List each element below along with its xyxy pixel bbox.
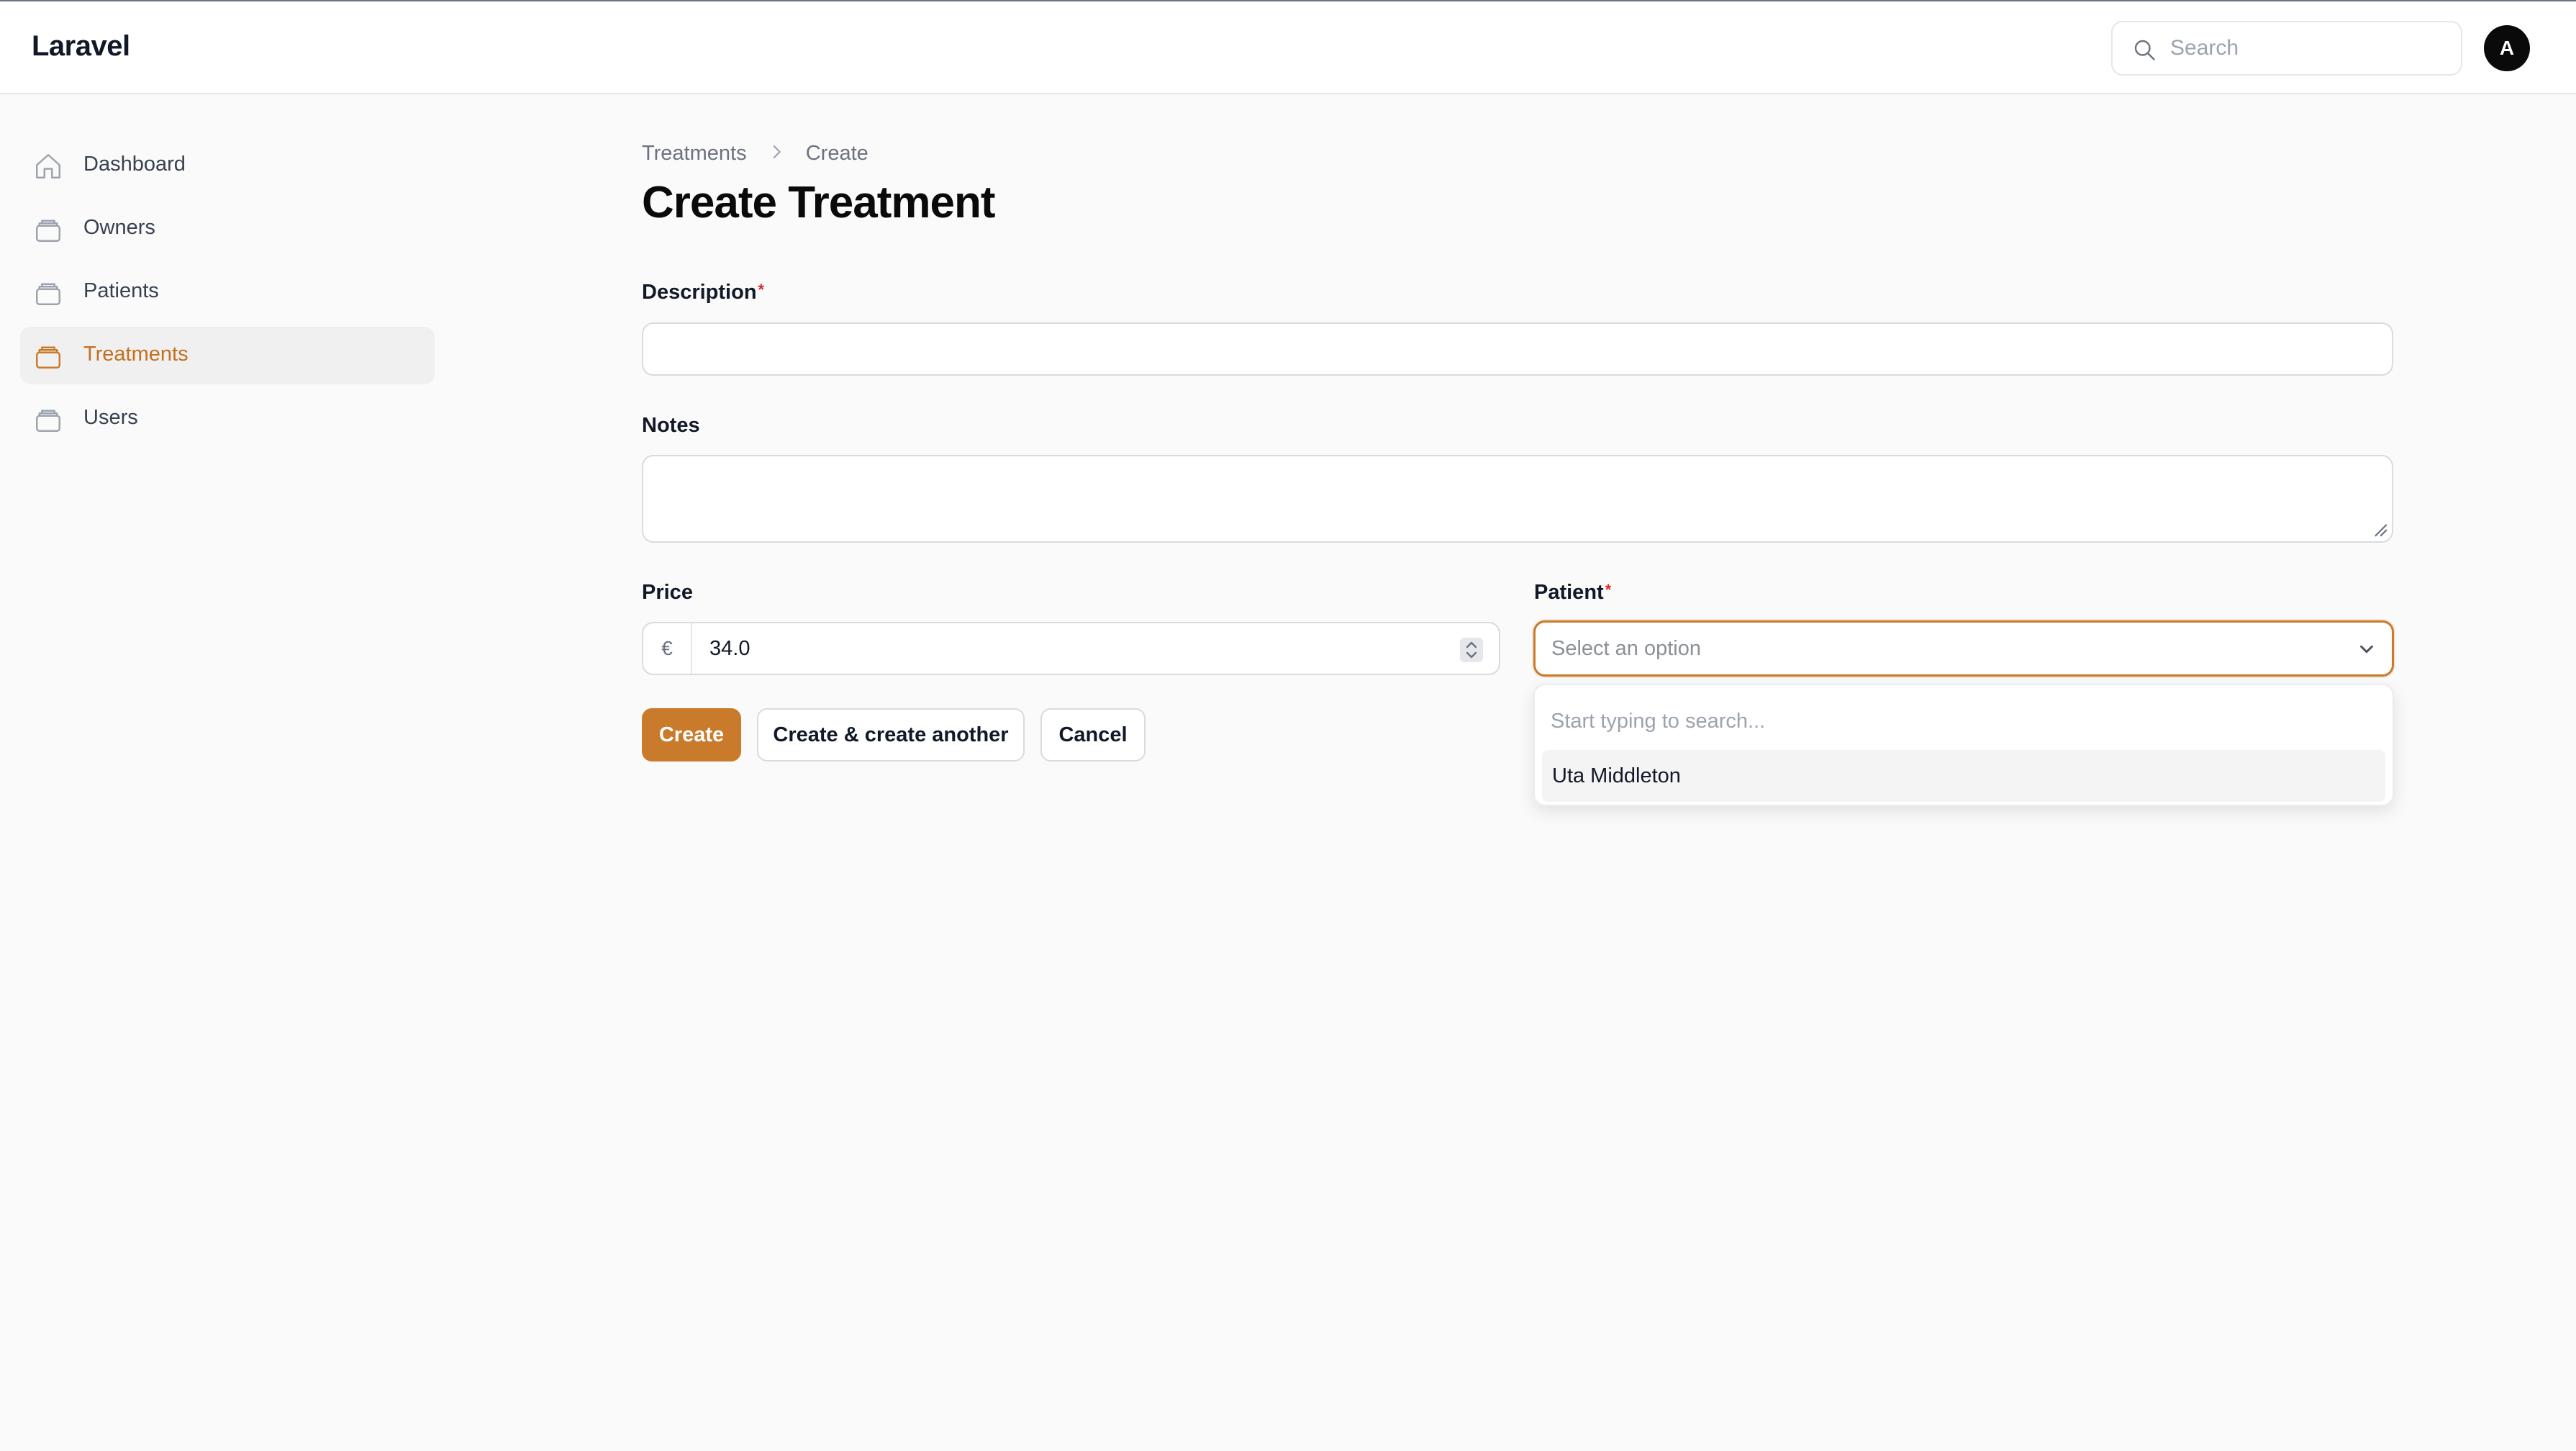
patient-select-placeholder: Select an option [1551,637,1701,660]
notes-field [642,455,2393,543]
user-avatar[interactable]: A [2484,25,2530,71]
notes-label: Notes [642,414,700,437]
breadcrumb-current: Create [805,141,869,165]
sidebar-nav: Dashboard Owners Patients Treatments Use… [20,137,435,453]
create-button[interactable]: Create [642,708,741,761]
price-input[interactable] [694,623,1456,674]
description-label: Description* [642,281,764,304]
patient-option[interactable]: Uta Middleton [1542,750,2385,802]
sidebar-item-treatments[interactable]: Treatments [20,327,435,384]
patient-select[interactable]: Select an option [1533,620,2394,677]
brand-logo[interactable]: Laravel [32,30,130,63]
sidebar-item-label: Users [83,406,138,429]
required-marker: * [1605,581,1612,599]
sidebar-item-patients[interactable]: Patients [20,263,435,321]
cancel-button[interactable]: Cancel [1040,708,1146,761]
currency-prefix: € [643,623,692,674]
patient-dropdown: Uta Middleton [1533,684,2394,806]
sidebar-item-label: Dashboard [83,153,186,176]
home-icon [36,154,60,178]
breadcrumb-link-treatments[interactable]: Treatments [642,142,747,166]
rectangle-stack-icon [36,283,60,305]
number-stepper[interactable] [1460,638,1483,662]
sidebar-item-label: Patients [83,279,159,302]
notes-textarea[interactable] [643,456,2392,541]
breadcrumb: Treatments Create [642,141,869,166]
top-bar: Laravel A [0,0,2576,94]
global-search[interactable] [2111,21,2462,76]
patient-label-text: Patient [1534,581,1604,604]
required-marker: * [758,281,765,299]
stepper-arrows-icon [1466,641,1477,659]
search-icon [2134,40,2155,60]
description-field [642,322,2393,376]
create-another-button[interactable]: Create & create another [757,708,1025,761]
description-label-text: Description [642,281,757,304]
patient-label: Patient* [1534,581,1611,605]
rectangle-stack-icon [36,410,60,432]
sidebar-item-label: Owners [83,216,155,239]
page-title: Create Treatment [642,178,996,227]
rectangle-stack-icon [36,346,60,369]
description-input[interactable] [643,324,2392,374]
rectangle-stack-icon [36,220,60,242]
sidebar-item-dashboard[interactable]: Dashboard [20,137,435,194]
price-label: Price [642,581,693,604]
sidebar-item-label: Treatments [83,343,189,366]
sidebar-item-users[interactable]: Users [20,390,435,448]
chevron-down-icon [2360,645,2373,654]
price-field: € [642,622,1500,675]
chevron-right-icon [770,142,783,166]
price-input-wrapper [694,623,1456,674]
patient-option-label: Uta Middleton [1552,764,1681,787]
resize-handle-icon[interactable] [2372,521,2387,537]
sidebar-item-owners[interactable]: Owners [20,200,435,258]
patient-search-input[interactable] [1551,705,2378,737]
search-input[interactable] [2170,32,2451,64]
